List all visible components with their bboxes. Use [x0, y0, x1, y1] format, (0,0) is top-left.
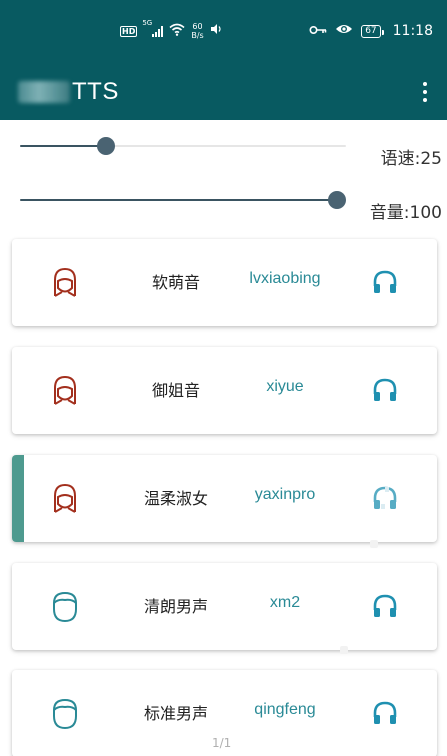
voice-card-selected[interactable]: 温柔淑女 yaxinpro	[12, 455, 437, 542]
voice-id: qingfeng	[254, 701, 316, 718]
blurred-title-prefix	[18, 81, 70, 103]
eye-icon	[335, 22, 353, 40]
hd-badge: HD	[120, 25, 138, 37]
voice-id: yaxinpro	[254, 486, 316, 503]
signal-icon: 5G	[142, 20, 164, 37]
headphone-icon[interactable]	[372, 269, 398, 295]
speed-slider-fill	[20, 145, 106, 147]
overlay-dot	[370, 540, 378, 548]
battery-icon: 67	[361, 24, 385, 38]
volume-slider-fill	[20, 199, 337, 201]
speed-unit: B/s	[191, 31, 204, 40]
female-voice-icon	[50, 483, 80, 515]
title-wrap: TTS	[18, 74, 119, 110]
voice-name: 清朗男声	[143, 597, 208, 616]
status-left: HD 5G 60 B/s	[120, 20, 222, 40]
headphone-icon[interactable]	[372, 593, 398, 619]
key-icon	[309, 22, 327, 40]
status-bar: HD 5G 60 B/s 67 11:18	[0, 0, 447, 64]
overlay-dot	[340, 646, 348, 654]
volume-label: 音量:100	[369, 203, 442, 223]
network-speed: 60 B/s	[191, 22, 203, 40]
speed-slider-thumb[interactable]	[97, 137, 115, 155]
more-vertical-icon[interactable]	[417, 76, 433, 108]
voice-name: 温柔淑女	[143, 489, 208, 508]
speed-label: 语速:25	[380, 149, 442, 169]
volume-slider-thumb[interactable]	[328, 191, 346, 209]
male-voice-icon	[50, 698, 80, 730]
app-toolbar: TTS	[0, 64, 447, 120]
wifi-icon	[169, 23, 185, 40]
female-voice-icon	[50, 267, 80, 299]
screen: HD 5G 60 B/s 67 11:18 TTS 语速:25 音量:100 软…	[0, 0, 447, 756]
voice-id: lvxiaobing	[249, 270, 321, 287]
headphone-icon[interactable]	[372, 377, 398, 403]
clock: 11:18	[392, 23, 433, 39]
network-label: 5G	[142, 19, 153, 27]
speed-slider-row: 语速:25	[0, 126, 447, 169]
status-right: 67 11:18	[309, 22, 433, 40]
voice-id: xm2	[269, 594, 301, 611]
voice-name: 软萌音	[151, 273, 200, 292]
speed-value: 60	[192, 22, 203, 31]
voice-card[interactable]: 御姐音 xiyue	[12, 347, 437, 434]
headphone-icon[interactable]	[372, 485, 398, 511]
voice-card[interactable]: 软萌音 lvxiaobing	[12, 239, 437, 326]
app-title: TTS	[72, 78, 119, 105]
voice-id: xiyue	[266, 378, 304, 395]
page-indicator: 1/1	[212, 736, 232, 750]
male-voice-icon	[50, 591, 80, 623]
female-voice-icon	[50, 375, 80, 407]
vibrate-icon	[210, 23, 222, 39]
voice-name: 御姐音	[151, 381, 200, 400]
volume-slider-row: 音量:100	[0, 180, 447, 223]
voice-name: 标准男声	[143, 704, 208, 723]
headphone-icon[interactable]	[372, 700, 398, 726]
voice-card[interactable]: 清朗男声 xm2	[12, 563, 437, 650]
